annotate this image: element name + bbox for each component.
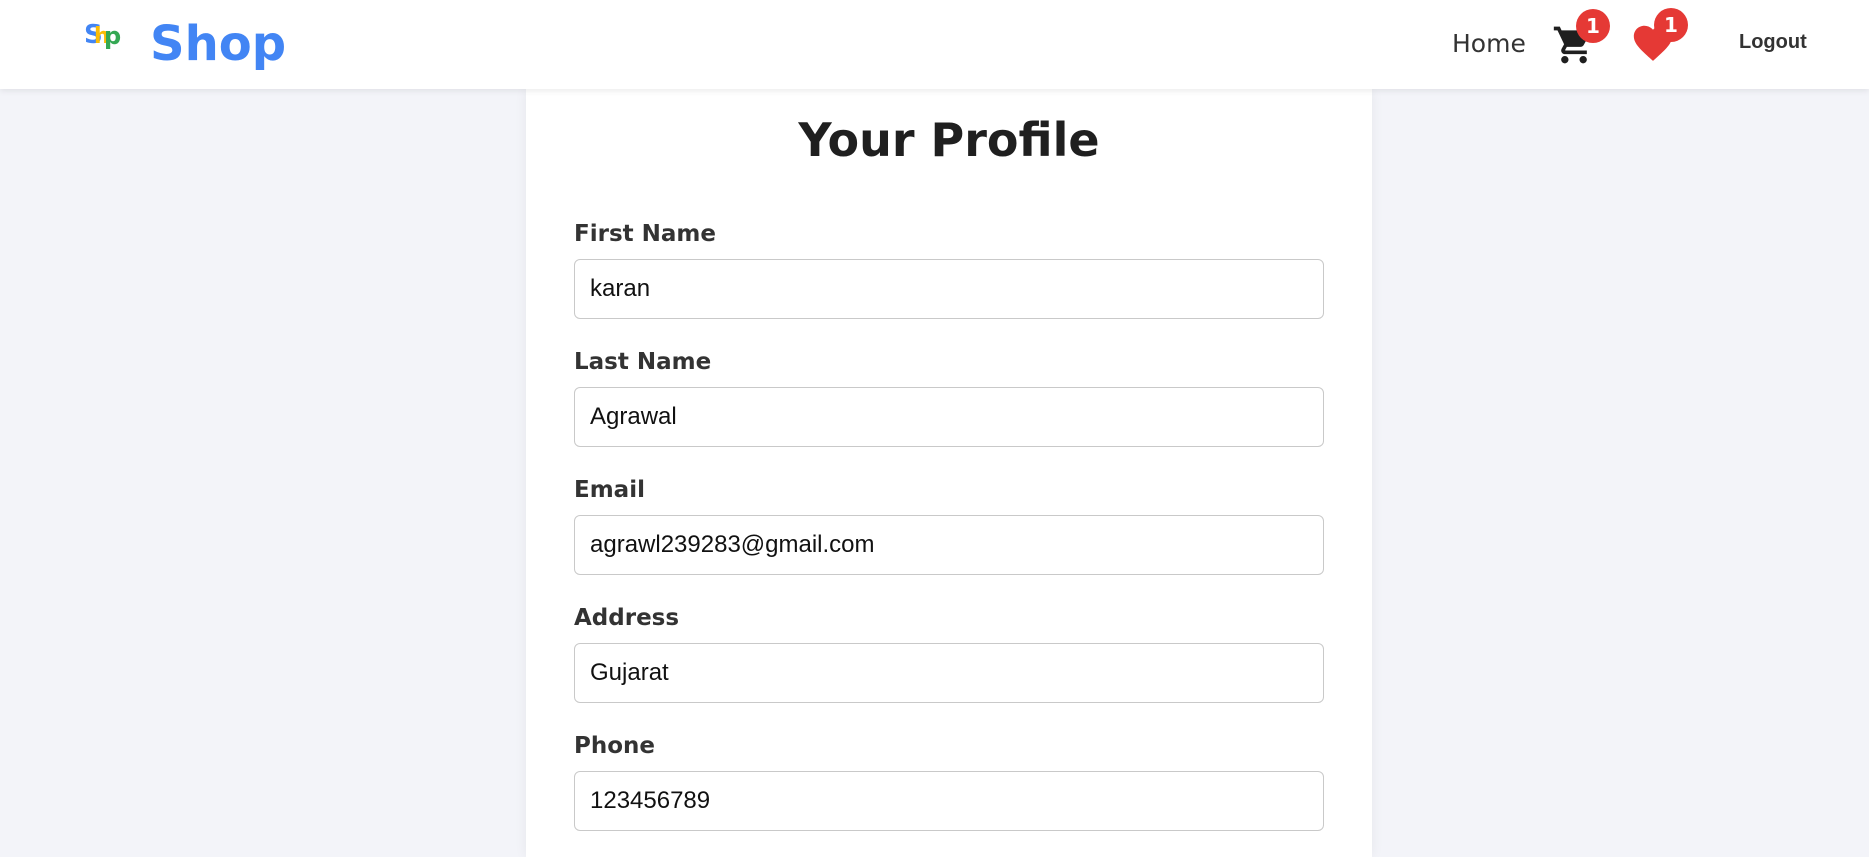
cart-count-badge: 1: [1576, 9, 1610, 43]
phone-label: Phone: [574, 733, 656, 759]
email-field[interactable]: [574, 515, 1324, 575]
address-label: Address: [574, 605, 680, 631]
address-field[interactable]: [574, 643, 1324, 703]
nav-home-link[interactable]: Home: [1452, 28, 1526, 60]
phone-field[interactable]: [574, 771, 1324, 831]
logo-letter: p: [104, 22, 122, 50]
brand-name[interactable]: Shop: [150, 14, 286, 74]
profile-card: Your Profile First Name Last Name Email …: [526, 89, 1372, 857]
last-name-field[interactable]: [574, 387, 1324, 447]
first-name-label: First Name: [574, 221, 716, 247]
navbar: S h p Shop Home 1 1 Logout: [0, 0, 1869, 89]
page-title: Your Profile: [798, 113, 1100, 167]
last-name-label: Last Name: [574, 349, 712, 375]
logo[interactable]: S h p: [84, 20, 134, 60]
wishlist-count-badge: 1: [1654, 8, 1688, 42]
first-name-field[interactable]: [574, 259, 1324, 319]
email-label: Email: [574, 477, 645, 503]
logout-button[interactable]: Logout: [1739, 28, 1807, 56]
